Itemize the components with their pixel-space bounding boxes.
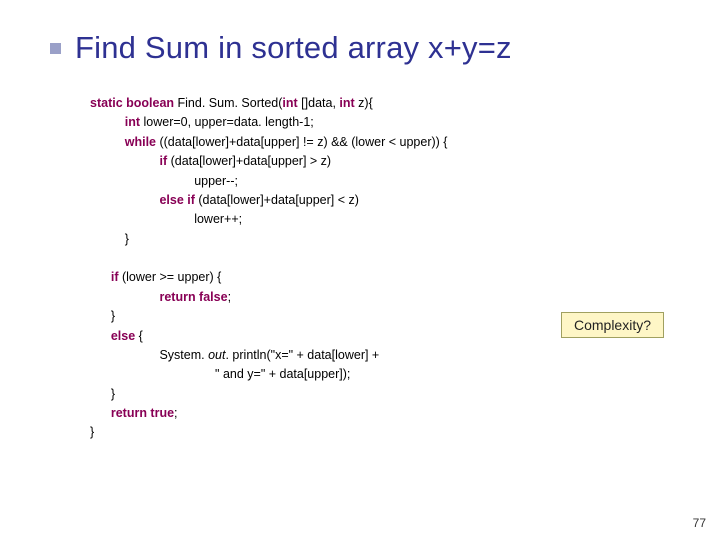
slide: Find Sum in sorted array x+y=z static bo… — [0, 0, 720, 540]
code-text: (data[lower]+data[upper] > z) — [167, 154, 331, 168]
code-text: []data, — [298, 96, 340, 110]
code-text: (data[lower]+data[upper] < z) — [195, 193, 359, 207]
slide-title: Find Sum in sorted array x+y=z — [75, 30, 512, 66]
kw-static-boolean: static boolean — [90, 96, 174, 110]
complexity-callout: Complexity? — [561, 312, 664, 338]
kw-while: while — [125, 135, 156, 149]
kw-int: int — [282, 96, 297, 110]
code-text: ; — [174, 406, 177, 420]
code-text: . println("x=" + data[lower] + — [225, 348, 379, 362]
code-text: lower++; — [194, 212, 242, 226]
code-text: (lower >= upper) { — [118, 270, 221, 284]
code-text: ; — [228, 290, 231, 304]
code-block: static boolean Find. Sum. Sorted(int []d… — [90, 94, 680, 443]
code-text: System. — [159, 348, 208, 362]
code-text: upper--; — [194, 174, 238, 188]
page-number: 77 — [693, 516, 706, 530]
kw-int: int — [125, 115, 140, 129]
kw-else: else — [111, 329, 135, 343]
code-out: out — [208, 348, 225, 362]
code-text: lower=0, upper=data. length-1; — [140, 115, 314, 129]
code-text: } — [125, 232, 129, 246]
kw-else-if: else if — [159, 193, 194, 207]
title-row: Find Sum in sorted array x+y=z — [50, 30, 680, 66]
kw-return-true: return true — [111, 406, 174, 420]
code-text: " and y=" + data[upper]); — [215, 367, 350, 381]
kw-return-false: return false — [159, 290, 227, 304]
kw-int: int — [339, 96, 354, 110]
code-text: { — [135, 329, 143, 343]
code-text: } — [111, 309, 115, 323]
title-bullet-icon — [50, 43, 61, 54]
code-text: z){ — [355, 96, 373, 110]
code-text: } — [90, 425, 94, 439]
kw-if: if — [159, 154, 167, 168]
code-text: ((data[lower]+data[upper] != z) && (lowe… — [156, 135, 447, 149]
code-text: Find. Sum. Sorted( — [174, 96, 282, 110]
code-text: } — [111, 387, 115, 401]
